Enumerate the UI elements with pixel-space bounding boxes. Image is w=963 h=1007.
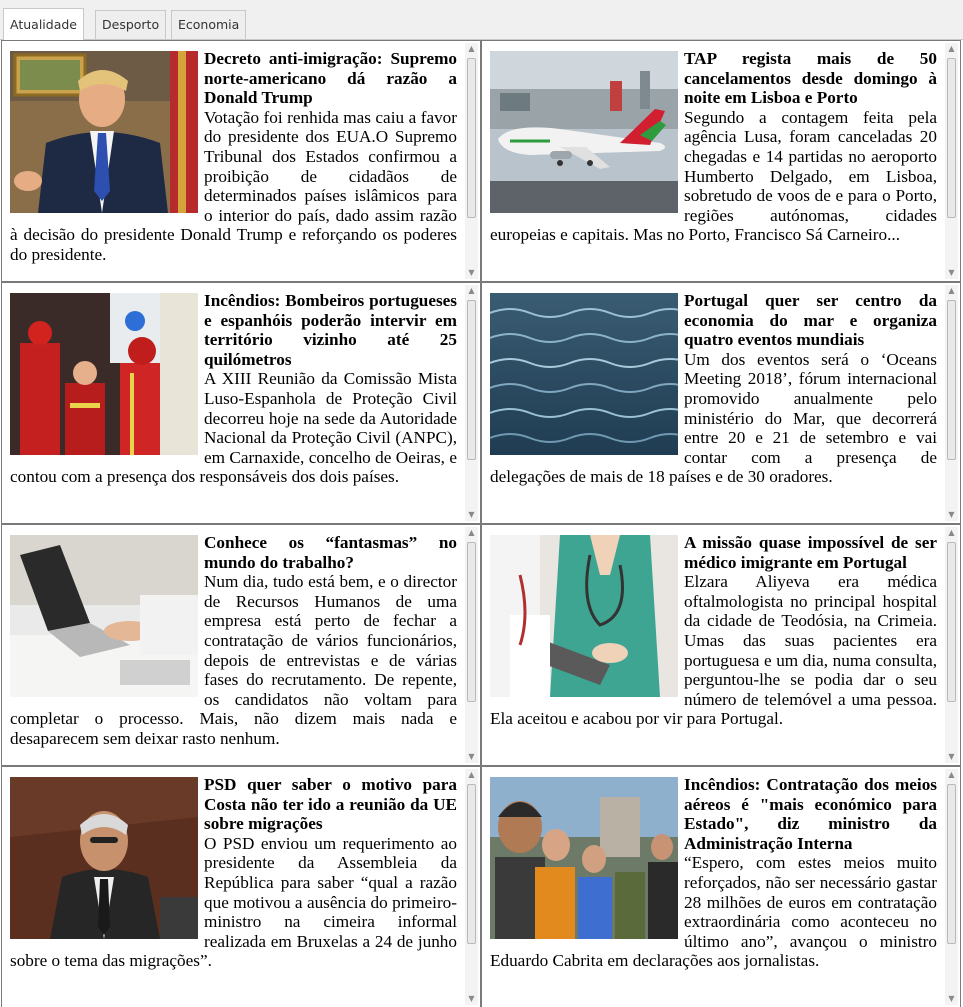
scroll-thumb[interactable]	[947, 300, 956, 460]
news-headline: Portugal quer ser centro da economia do …	[684, 291, 937, 350]
news-image-ministers	[490, 777, 678, 939]
news-card[interactable]: Portugal quer ser centro da economia do …	[481, 282, 961, 524]
scrollbar[interactable]: ▲ ▼	[465, 285, 478, 521]
news-card[interactable]: TAP regista mais de 50 cancelamentos des…	[481, 40, 961, 282]
news-image-airplane	[490, 51, 678, 213]
news-image-trump	[10, 51, 198, 213]
scroll-down-icon[interactable]: ▼	[945, 267, 958, 279]
news-card-text: Portugal quer ser centro da economia do …	[490, 291, 937, 519]
scrollbar[interactable]: ▲ ▼	[465, 769, 478, 1005]
news-card-text: PSD quer saber o motivo para Costa não t…	[10, 775, 457, 1003]
scroll-thumb[interactable]	[467, 784, 476, 944]
scrollbar[interactable]: ▲ ▼	[945, 527, 958, 763]
news-card[interactable]: Decreto anti-imigração: Supremo norte-am…	[1, 40, 481, 282]
news-headline: Decreto anti-imigração: Supremo norte-am…	[204, 49, 457, 108]
news-image-firefighters	[10, 293, 198, 455]
news-card-text: Incêndios: Contratação dos meios aéreos …	[490, 775, 937, 1003]
scroll-up-icon[interactable]: ▲	[465, 769, 478, 781]
scroll-up-icon[interactable]: ▲	[465, 527, 478, 539]
news-card-text: Conhece os “fantasmas” no mundo do traba…	[10, 533, 457, 761]
tab-bar: Atualidade Desporto Economia	[0, 0, 963, 40]
scrollbar[interactable]: ▲ ▼	[945, 285, 958, 521]
scroll-up-icon[interactable]: ▲	[945, 43, 958, 55]
scroll-thumb[interactable]	[467, 542, 476, 702]
news-image-laptop	[10, 535, 198, 697]
news-grid: Decreto anti-imigração: Supremo norte-am…	[0, 39, 963, 1007]
scroll-up-icon[interactable]: ▲	[945, 527, 958, 539]
scroll-down-icon[interactable]: ▼	[465, 993, 478, 1005]
news-headline: TAP regista mais de 50 cancelamentos des…	[684, 49, 937, 108]
news-image-sea	[490, 293, 678, 455]
news-card-text: A missão quase impossível de ser médico …	[490, 533, 937, 761]
scroll-down-icon[interactable]: ▼	[945, 993, 958, 1005]
news-image-doctor	[490, 535, 678, 697]
news-card[interactable]: Conhece os “fantasmas” no mundo do traba…	[1, 524, 481, 766]
scroll-thumb[interactable]	[467, 300, 476, 460]
scroll-up-icon[interactable]: ▲	[465, 285, 478, 297]
scrollbar[interactable]: ▲ ▼	[945, 43, 958, 279]
scroll-up-icon[interactable]: ▲	[945, 285, 958, 297]
tab-economia[interactable]: Economia	[171, 10, 247, 39]
scroll-up-icon[interactable]: ▲	[465, 43, 478, 55]
tab-desporto[interactable]: Desporto	[95, 10, 167, 39]
scroll-down-icon[interactable]: ▼	[945, 751, 958, 763]
news-headline: A missão quase impossível de ser médico …	[684, 533, 937, 572]
news-card-text: Incêndios: Bombeiros portugueses e espan…	[10, 291, 457, 519]
news-card[interactable]: Incêndios: Bombeiros portugueses e espan…	[1, 282, 481, 524]
scroll-thumb[interactable]	[947, 58, 956, 218]
scroll-down-icon[interactable]: ▼	[465, 267, 478, 279]
tab-atualidade[interactable]: Atualidade	[3, 8, 84, 40]
scrollbar[interactable]: ▲ ▼	[465, 527, 478, 763]
news-card-text: TAP regista mais de 50 cancelamentos des…	[490, 49, 937, 277]
scroll-down-icon[interactable]: ▼	[465, 509, 478, 521]
scroll-thumb[interactable]	[947, 542, 956, 702]
news-headline: Conhece os “fantasmas” no mundo do traba…	[204, 533, 457, 572]
news-card-text: Decreto anti-imigração: Supremo norte-am…	[10, 49, 457, 277]
scroll-down-icon[interactable]: ▼	[465, 751, 478, 763]
scroll-down-icon[interactable]: ▼	[945, 509, 958, 521]
news-headline: PSD quer saber o motivo para Costa não t…	[204, 775, 457, 834]
scroll-thumb[interactable]	[947, 784, 956, 944]
scroll-up-icon[interactable]: ▲	[945, 769, 958, 781]
news-card[interactable]: Incêndios: Contratação dos meios aéreos …	[481, 766, 961, 1007]
scrollbar[interactable]: ▲ ▼	[945, 769, 958, 1005]
scroll-thumb[interactable]	[467, 58, 476, 218]
news-headline: Incêndios: Bombeiros portugueses e espan…	[204, 291, 457, 369]
news-card[interactable]: A missão quase impossível de ser médico …	[481, 524, 961, 766]
news-image-costa	[10, 777, 198, 939]
news-card[interactable]: PSD quer saber o motivo para Costa não t…	[1, 766, 481, 1007]
news-headline: Incêndios: Contratação dos meios aéreos …	[684, 775, 937, 853]
scrollbar[interactable]: ▲ ▼	[465, 43, 478, 279]
